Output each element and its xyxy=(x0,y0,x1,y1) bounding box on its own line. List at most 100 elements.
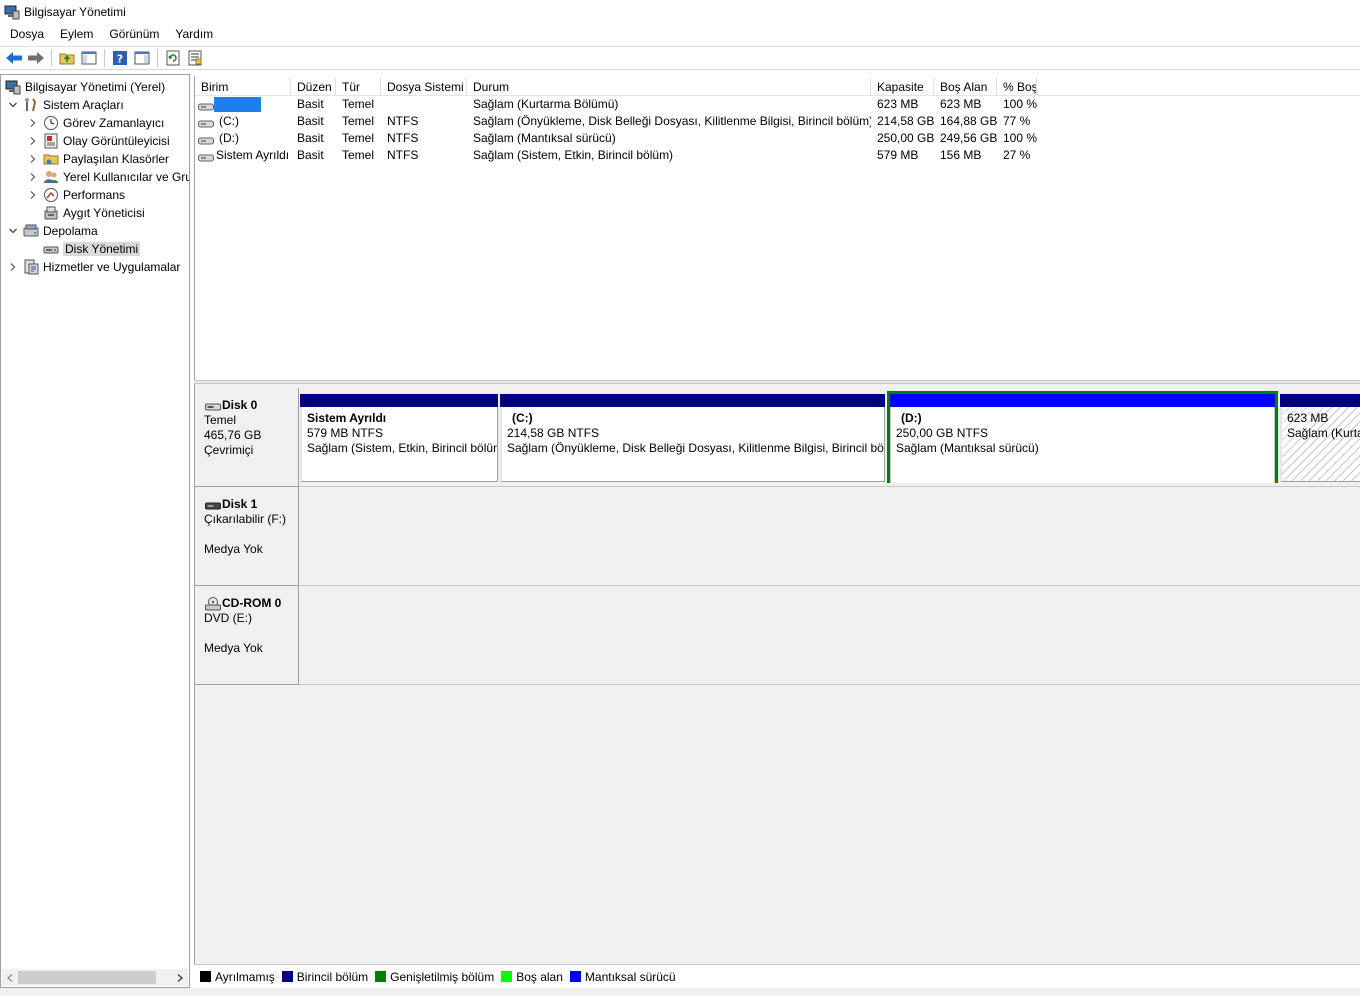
volume-icon xyxy=(198,151,214,161)
partition-c[interactable]: (C:) 214,58 GB NTFS Sağlam (Önyükleme, D… xyxy=(500,394,885,482)
tree-item-event-viewer[interactable]: Olay Görüntüleyicisi xyxy=(27,132,170,150)
menu-view[interactable]: Görünüm xyxy=(101,24,167,44)
chevron-right-icon[interactable] xyxy=(27,189,39,201)
disk-name: Disk 1 xyxy=(205,497,298,512)
tree-item-device-manager[interactable]: Aygıt Yöneticisi xyxy=(43,204,145,222)
legend-label: Ayrılmamış xyxy=(215,969,275,984)
column-header-status[interactable]: Durum xyxy=(467,78,871,96)
cd-drive-icon xyxy=(205,596,221,611)
tree-item-local-users[interactable]: Yerel Kullanıcılar ve Gru xyxy=(27,168,189,186)
tree-item-performance[interactable]: Performans xyxy=(27,186,125,204)
column-header-filesystem[interactable]: Dosya Sistemi xyxy=(381,78,467,96)
disk-management-icon xyxy=(43,241,59,257)
chevron-down-icon[interactable] xyxy=(7,99,19,111)
volume-icon xyxy=(198,100,214,110)
svg-text:?: ? xyxy=(117,53,123,66)
chevron-right-icon[interactable] xyxy=(7,261,19,273)
disk-size xyxy=(204,527,298,542)
scrollbar-thumb[interactable] xyxy=(18,971,156,984)
disk-info-disk-0[interactable]: Disk 0 Temel 465,76 GB Çevrimiçi xyxy=(195,388,299,487)
partition-recovery[interactable]: 623 MB Sağlam (Kurtarma Bölümü) xyxy=(1280,394,1360,482)
volume-free-cell: 156 MB xyxy=(940,148,982,162)
tree-item-task-scheduler[interactable]: Görev Zamanlayıcı xyxy=(27,114,164,132)
partition-name: Sistem Ayrıldı xyxy=(307,411,387,425)
menu-help[interactable]: Yardım xyxy=(167,24,221,44)
column-header-volume[interactable]: Birim xyxy=(195,78,291,96)
scroll-right-icon[interactable] xyxy=(172,969,188,986)
scroll-left-icon[interactable] xyxy=(2,969,18,986)
tree-item-label: Hizmetler ve Uygulamalar xyxy=(43,260,181,274)
legend-item: Boş alan xyxy=(501,970,563,984)
table-row[interactable]: (C:) Basit Temel NTFS Sağlam (Önyükleme,… xyxy=(195,113,1360,130)
computer-management-icon xyxy=(5,79,21,95)
chevron-right-icon[interactable] xyxy=(27,117,39,129)
partition-body: (D:) 250,00 GB NTFS Sağlam (Mantıksal sü… xyxy=(890,407,1275,483)
menu-file[interactable]: Dosya xyxy=(0,24,52,44)
volume-name-cell: Sistem Ayrıldı xyxy=(195,147,291,164)
partition-body: (C:) 214,58 GB NTFS Sağlam (Önyükleme, D… xyxy=(500,407,885,482)
volume-status-cell: Sağlam (Kurtarma Bölümü) xyxy=(473,97,619,111)
disk-name: CD-ROM 0 xyxy=(205,596,298,611)
up-folder-icon[interactable] xyxy=(56,47,78,69)
tree-item-disk-management[interactable]: Disk Yönetimi xyxy=(43,240,141,258)
volume-type-cell: Temel xyxy=(342,131,375,145)
disk-info-cdrom-0[interactable]: CD-ROM 0 DVD (E:) Medya Yok xyxy=(195,586,299,685)
volume-layout-cell: Basit xyxy=(297,148,324,162)
volume-capacity-cell: 623 MB xyxy=(877,97,919,111)
legend-swatch xyxy=(375,971,387,982)
volume-percent-cell: 77 % xyxy=(1003,114,1031,128)
volume-type-cell: Temel xyxy=(342,148,375,162)
volume-name-cell: (D:) xyxy=(195,130,291,147)
partition-status: Sağlam (Kurtarma Bölümü) xyxy=(1287,426,1360,440)
column-header-layout[interactable]: Düzen xyxy=(291,78,336,96)
table-row[interactable]: Basit Temel Sağlam (Kurtarma Bölümü) 623… xyxy=(195,96,1360,113)
partition-size: 214,58 GB NTFS xyxy=(507,426,600,440)
column-header-free-space[interactable]: Boş Alan xyxy=(934,78,997,96)
volume-free-cell: 623 MB xyxy=(940,97,982,111)
volume-name-cell: (C:) xyxy=(195,113,291,130)
tree-item-label: Depolama xyxy=(43,224,98,238)
column-header-capacity[interactable]: Kapasite xyxy=(871,78,934,96)
column-header-percent-free[interactable]: % Boş xyxy=(997,78,1037,96)
volume-icon xyxy=(198,117,214,127)
storage-icon xyxy=(23,223,39,239)
window-title: Bilgisayar Yönetimi xyxy=(24,5,126,19)
volume-name-redacted xyxy=(214,97,261,112)
show-hide-tree-icon[interactable] xyxy=(78,47,100,69)
volume-type-cell: Temel xyxy=(342,114,375,128)
tree-item-storage[interactable]: Depolama xyxy=(7,222,98,240)
refresh-icon[interactable] xyxy=(162,47,184,69)
chevron-right-icon[interactable] xyxy=(27,171,39,183)
chevron-right-icon[interactable] xyxy=(27,153,39,165)
tree-item-system-tools[interactable]: Sistem Araçları xyxy=(7,96,124,114)
chevron-down-icon[interactable] xyxy=(7,225,19,237)
disk-info-disk-1[interactable]: Disk 1 Çıkarılabilir (F:) Medya Yok xyxy=(195,487,299,586)
console-tree: Bilgisayar Yönetimi (Yerel) Sistem Araçl… xyxy=(0,74,190,988)
table-row[interactable]: (D:) Basit Temel NTFS Sağlam (Mantıksal … xyxy=(195,130,1360,147)
help-icon[interactable]: ? xyxy=(109,47,131,69)
tree-horizontal-scrollbar[interactable] xyxy=(2,969,188,986)
menu-action[interactable]: Eylem xyxy=(52,24,101,44)
partition-d[interactable]: (D:) 250,00 GB NTFS Sağlam (Mantıksal sü… xyxy=(887,391,1278,483)
tree-item-services[interactable]: Hizmetler ve Uygulamalar xyxy=(7,258,180,276)
chevron-right-icon[interactable] xyxy=(27,135,39,147)
disk-status: Çevrimiçi xyxy=(204,443,254,457)
back-arrow-icon[interactable] xyxy=(3,47,25,69)
computer-management-icon xyxy=(4,4,20,20)
forward-arrow-icon[interactable] xyxy=(25,47,47,69)
export-list-icon[interactable] xyxy=(184,47,206,69)
disk-status: Medya Yok xyxy=(204,641,263,655)
partition-system-reserved[interactable]: Sistem Ayrıldı 579 MB NTFS Sağlam (Siste… xyxy=(300,394,498,482)
volume-status-cell: Sağlam (Mantıksal sürücü) xyxy=(473,131,616,145)
partition-bar xyxy=(500,394,885,407)
tree-item-label: Performans xyxy=(63,188,126,202)
tree-item-root[interactable]: Bilgisayar Yönetimi (Yerel) xyxy=(5,78,165,96)
volume-percent-cell: 100 % xyxy=(1003,131,1038,145)
show-hide-action-icon[interactable] xyxy=(131,47,153,69)
table-row[interactable]: Sistem Ayrıldı Basit Temel NTFS Sağlam (… xyxy=(195,147,1360,164)
toolbar-separator xyxy=(104,49,105,67)
hard-disk-icon xyxy=(205,401,221,411)
tree-item-shared-folders[interactable]: Paylaşılan Klasörler xyxy=(27,150,169,168)
column-header-type[interactable]: Tür xyxy=(336,78,381,96)
volume-free-cell: 249,56 GB xyxy=(940,131,997,145)
